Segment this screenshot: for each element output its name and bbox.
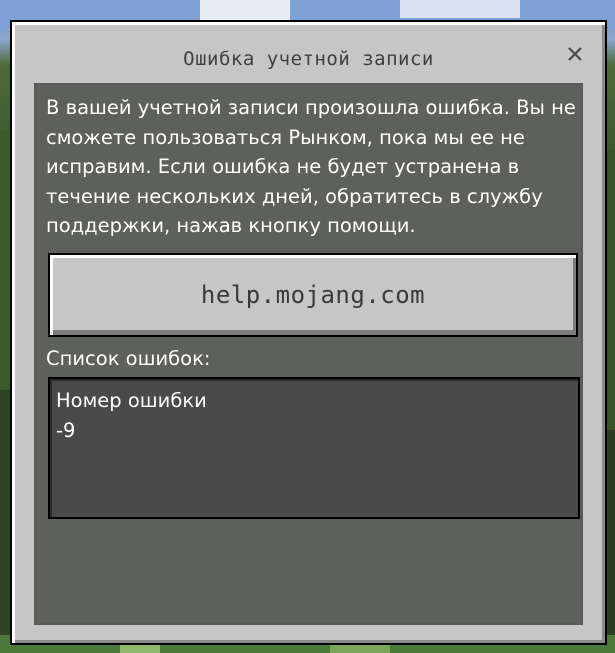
dialog-title: Ошибка учетной записи — [183, 48, 434, 70]
errors-list-label: Список ошибок: — [46, 347, 211, 370]
help-button-label: help.mojang.com — [200, 281, 426, 309]
error-message: В вашей учетной записи произошла ошибка.… — [46, 96, 576, 237]
content-panel: В вашей учетной записи произошла ошибка.… — [34, 83, 583, 625]
help-button[interactable]: help.mojang.com — [48, 253, 578, 337]
close-button[interactable] — [563, 42, 587, 66]
account-error-dialog: Ошибка учетной записи В вашей учетной за… — [10, 20, 607, 645]
close-icon — [568, 47, 582, 61]
error-code: -9 — [56, 419, 76, 442]
error-number-label: Номер ошибки — [56, 389, 207, 412]
errors-list-box[interactable]: Номер ошибки -9 — [48, 377, 580, 519]
